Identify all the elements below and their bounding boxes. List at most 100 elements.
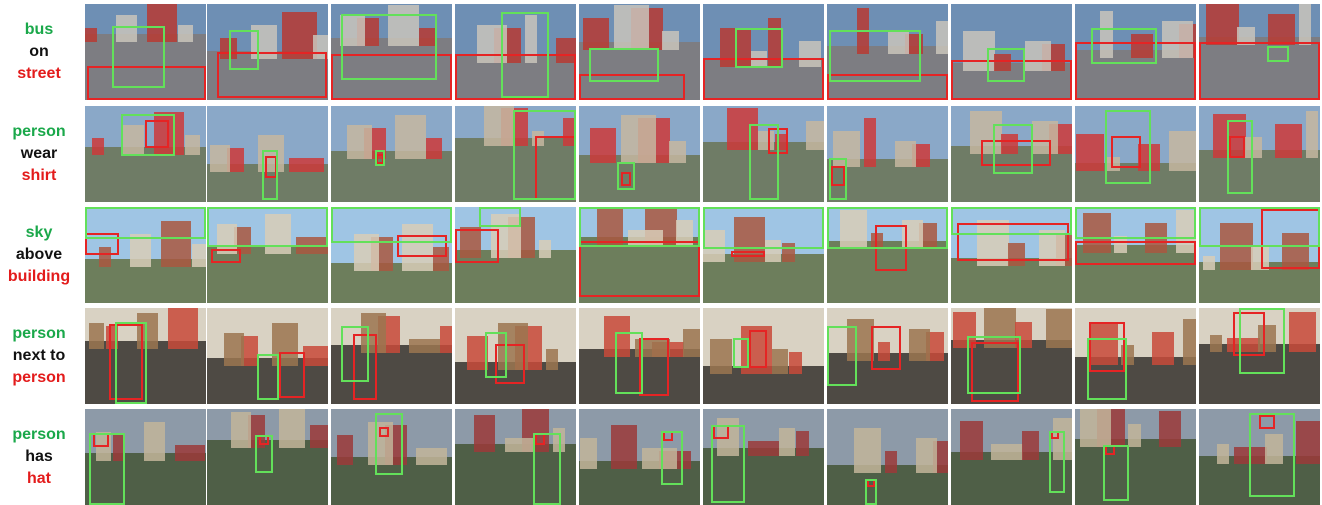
scene-shape bbox=[505, 438, 535, 452]
subject-label: sky bbox=[25, 224, 53, 241]
photo-tile bbox=[1075, 106, 1196, 202]
subject-bounding-box bbox=[485, 332, 507, 378]
scene-shape bbox=[546, 349, 558, 370]
subject-bounding-box bbox=[501, 12, 549, 98]
subject-bounding-box bbox=[827, 207, 948, 249]
photo-tile bbox=[579, 4, 700, 100]
subject-bounding-box bbox=[987, 48, 1025, 82]
scene-shape bbox=[1046, 309, 1072, 348]
scene-shape bbox=[683, 329, 700, 357]
scene-shape bbox=[539, 240, 551, 258]
subject-bounding-box bbox=[375, 413, 403, 475]
photo-tile bbox=[1075, 4, 1196, 100]
object-bounding-box bbox=[1075, 241, 1196, 265]
photo-tile bbox=[1199, 207, 1320, 303]
subject-bounding-box bbox=[121, 114, 175, 156]
subject-bounding-box bbox=[829, 30, 921, 82]
photo-tile bbox=[1199, 308, 1320, 404]
photo-tile bbox=[1075, 409, 1196, 505]
scene-shape bbox=[409, 339, 440, 353]
object-bounding-box bbox=[639, 338, 669, 396]
subject-bounding-box bbox=[1267, 46, 1289, 62]
subject-bounding-box bbox=[255, 435, 273, 473]
photo-tile bbox=[579, 106, 700, 202]
subject-bounding-box bbox=[513, 110, 576, 200]
photo-tile bbox=[455, 409, 576, 505]
photo bbox=[579, 106, 700, 202]
row-person-next-to-person: person next to person bbox=[0, 308, 1322, 404]
scene-shape bbox=[583, 18, 609, 50]
scene-shape bbox=[1128, 424, 1141, 447]
scene-shape bbox=[960, 421, 983, 460]
scene-shape bbox=[426, 138, 442, 159]
photo-tile bbox=[827, 4, 948, 100]
scene-shape bbox=[440, 326, 452, 353]
scene-shape bbox=[772, 349, 788, 374]
photo-tile bbox=[703, 308, 824, 404]
photo-tile bbox=[331, 308, 452, 404]
object-bounding-box bbox=[455, 229, 499, 263]
scene-shape bbox=[1217, 444, 1229, 464]
photo bbox=[331, 106, 452, 202]
photo-tile bbox=[1199, 4, 1320, 100]
scene-shape bbox=[710, 339, 732, 374]
subject-bounding-box bbox=[1075, 207, 1196, 239]
scene-shape bbox=[806, 121, 824, 150]
subject-bounding-box bbox=[479, 207, 521, 227]
photo-tile bbox=[331, 207, 452, 303]
scene-shape bbox=[662, 31, 679, 50]
scene-shape bbox=[614, 5, 649, 50]
scene-shape bbox=[789, 352, 802, 374]
subject-bounding-box bbox=[993, 124, 1033, 174]
scene-shape bbox=[1289, 312, 1316, 352]
scene-shape bbox=[590, 128, 616, 163]
photo bbox=[1199, 106, 1320, 202]
object-bounding-box bbox=[211, 249, 241, 263]
subject-bounding-box bbox=[967, 336, 1021, 394]
object-label: street bbox=[17, 65, 61, 82]
subject-label: person bbox=[12, 123, 66, 140]
subject-bounding-box bbox=[865, 479, 877, 505]
scene-shape bbox=[1268, 14, 1295, 45]
relation-label: person next to person bbox=[0, 308, 78, 404]
object-label: shirt bbox=[21, 167, 57, 184]
subject-bounding-box bbox=[89, 433, 125, 505]
photo-tile bbox=[703, 207, 824, 303]
subject-label: bus bbox=[24, 21, 54, 38]
scene-shape bbox=[885, 451, 897, 473]
scene-shape bbox=[621, 115, 656, 163]
subject-bounding-box bbox=[615, 332, 643, 394]
scene-shape bbox=[864, 118, 876, 167]
photo-tile bbox=[455, 207, 576, 303]
scene-shape bbox=[748, 441, 779, 456]
photo-tile bbox=[207, 207, 328, 303]
subject-bounding-box bbox=[579, 207, 700, 247]
scene-shape bbox=[175, 445, 205, 461]
photo-tile bbox=[85, 409, 206, 505]
scene-shape bbox=[347, 125, 372, 159]
photo-tile bbox=[331, 106, 452, 202]
photo-tile bbox=[85, 308, 206, 404]
photo bbox=[827, 409, 948, 505]
photo-tile bbox=[951, 409, 1072, 505]
photo-tile bbox=[827, 308, 948, 404]
scene-shape bbox=[210, 145, 230, 172]
subject-bounding-box bbox=[735, 28, 783, 68]
subject-bounding-box bbox=[827, 326, 857, 386]
scene-shape bbox=[779, 428, 795, 456]
scene-shape bbox=[1022, 431, 1039, 460]
photo-tile bbox=[579, 207, 700, 303]
scene-shape bbox=[1306, 111, 1318, 158]
subject-label: person bbox=[12, 426, 66, 443]
photo-tile bbox=[1075, 207, 1196, 303]
photo-tile bbox=[827, 409, 948, 505]
subject-bounding-box bbox=[112, 26, 165, 88]
subject-bounding-box bbox=[749, 124, 779, 200]
object-bounding-box bbox=[1199, 42, 1320, 100]
subject-bounding-box bbox=[1249, 413, 1295, 497]
scene-shape bbox=[1159, 411, 1181, 447]
photo-tile bbox=[827, 106, 948, 202]
scene-shape bbox=[89, 323, 104, 349]
scene-shape bbox=[484, 106, 514, 146]
predicate-label: next to bbox=[12, 347, 66, 364]
